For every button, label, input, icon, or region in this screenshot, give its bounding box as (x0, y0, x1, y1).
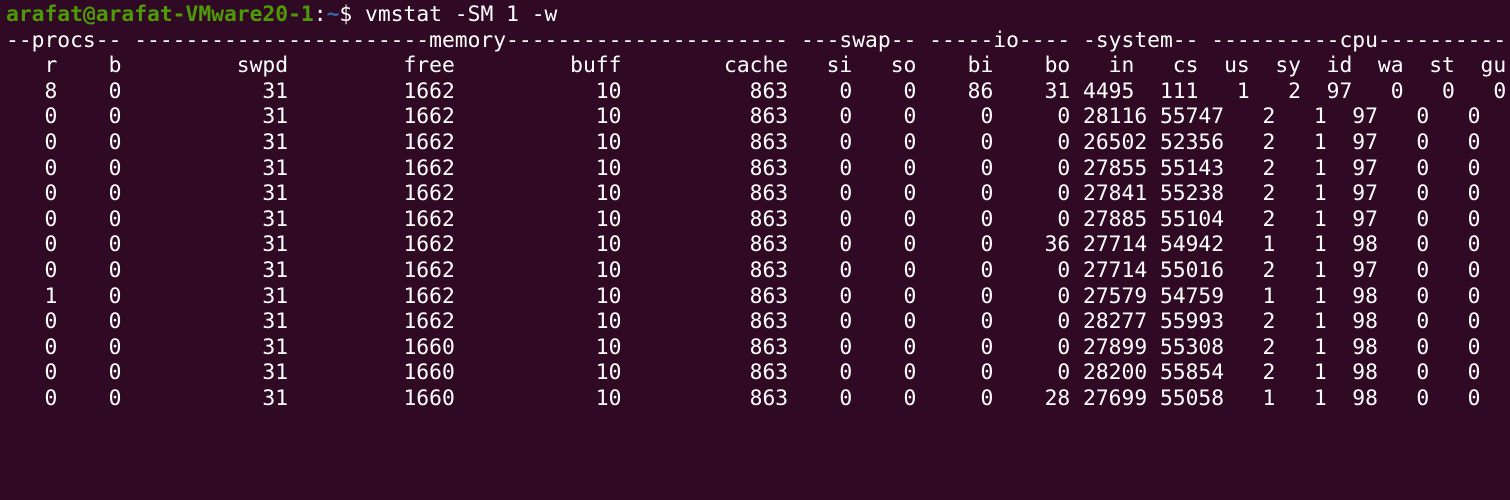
output-row: 0 0 31 1660 10 863 0 0 0 0 28200 55854 2… (6, 360, 1510, 386)
terminal-window[interactable]: arafat@arafat-VMware20-1:~$ vmstat -SM 1… (0, 0, 1510, 500)
output-row: 0 0 31 1662 10 863 0 0 0 0 26502 52356 2… (6, 129, 1510, 155)
output-row: 0 0 31 1660 10 863 0 0 0 28 27699 55058 … (6, 385, 1510, 411)
output-row: 0 0 31 1660 10 863 0 0 0 0 27899 55308 2… (6, 334, 1510, 360)
prompt-symbol: $ (339, 2, 366, 27)
column-header-line: r b swpd free buff cache si so bi bo in … (6, 53, 1507, 79)
output-row: 0 0 31 1662 10 863 0 0 0 0 27714 55016 2… (6, 257, 1510, 283)
output-row: 0 0 31 1662 10 863 0 0 0 0 27855 55143 2… (6, 155, 1510, 181)
terminal-output: arafat@arafat-VMware20-1:~$ vmstat -SM 1… (6, 2, 1510, 412)
output-row: 0 0 31 1662 10 863 0 0 0 36 27714 54942 … (6, 232, 1510, 258)
prompt-separator: : (313, 2, 327, 27)
command-prompt-line: arafat@arafat-VMware20-1:~$ vmstat -SM 1… (6, 2, 1510, 28)
output-row: 0 0 31 1662 10 863 0 0 0 0 27885 55104 2… (6, 206, 1510, 232)
prompt-user-host: arafat@arafat-VMware20-1 (6, 2, 314, 27)
output-row: 1 0 31 1662 10 863 0 0 0 0 27579 54759 1… (6, 283, 1510, 309)
output-rows: 8 0 31 1662 10 863 0 0 86 31 4495 111 1 … (6, 79, 1510, 412)
output-row: 8 0 31 1662 10 863 0 0 86 31 4495 111 1 … (6, 78, 1507, 104)
prompt-path: ~ (326, 2, 340, 27)
output-row: 0 0 31 1662 10 863 0 0 0 0 27841 55238 2… (6, 181, 1510, 207)
command-text: vmstat -SM 1 -w (365, 2, 558, 27)
output-row: 0 0 31 1662 10 863 0 0 0 0 28116 55747 2… (6, 104, 1510, 130)
group-header-line: --procs-- -----------------------memory-… (6, 27, 1507, 53)
output-row: 0 0 31 1662 10 863 0 0 0 0 28277 55993 2… (6, 309, 1510, 335)
